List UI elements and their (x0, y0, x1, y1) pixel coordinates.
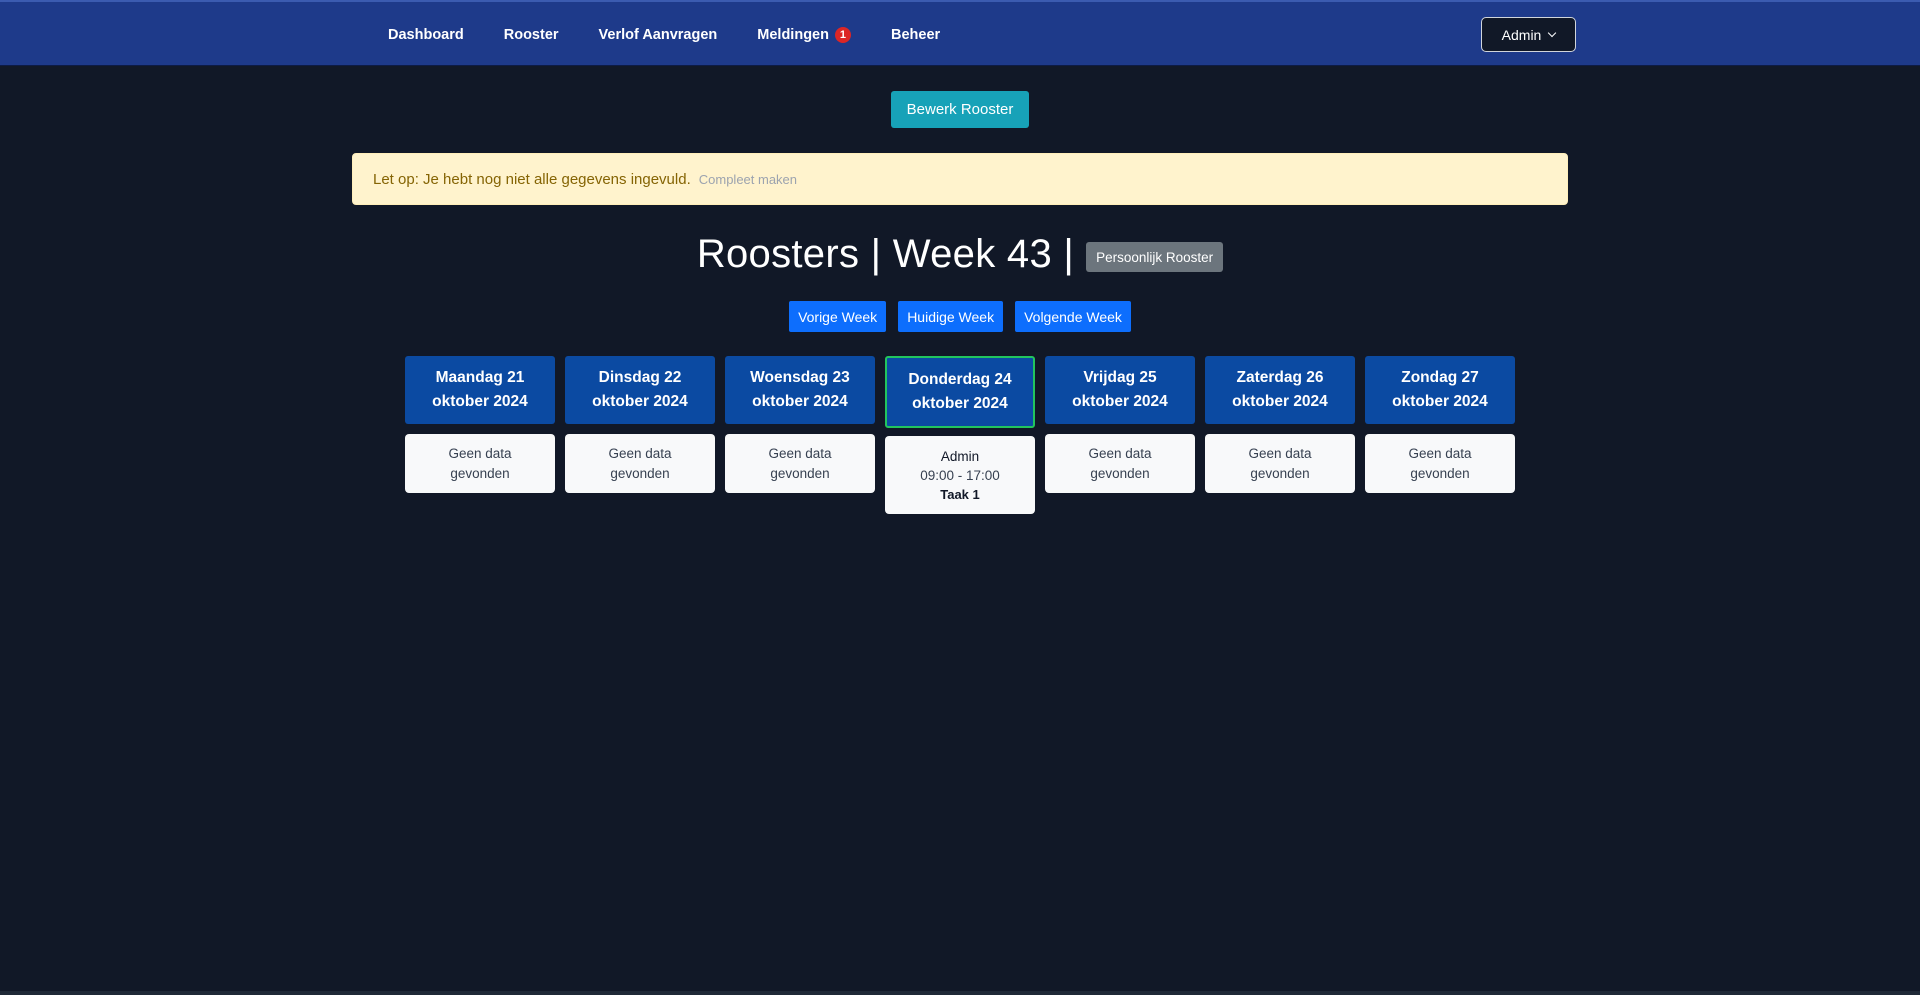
user-menu-button[interactable]: Admin (1481, 17, 1576, 52)
day-header-today: Donderdag 24 oktober 2024 (885, 356, 1035, 428)
empty-day-card: Geen data gevonden (1365, 434, 1515, 493)
empty-day-card: Geen data gevonden (405, 434, 555, 493)
empty-day-card: Geen data gevonden (725, 434, 875, 493)
nav-dashboard-label: Dashboard (388, 27, 464, 43)
day-column-friday: Vrijdag 25 oktober 2024 Geen data gevond… (1045, 356, 1195, 514)
personal-schedule-button[interactable]: Persoonlijk Rooster (1086, 242, 1224, 272)
edit-schedule-button[interactable]: Bewerk Rooster (891, 91, 1029, 128)
day-column-thursday: Donderdag 24 oktober 2024 Admin 09:00 - … (885, 356, 1035, 514)
notification-count-badge: 1 (834, 27, 851, 43)
main-nav: Dashboard Rooster Verlof Aanvragen Meldi… (388, 2, 940, 68)
nav-meldingen[interactable]: Meldingen 1 (757, 27, 851, 43)
nav-verlof-aanvragen[interactable]: Verlof Aanvragen (599, 27, 718, 43)
day-header: Zondag 27 oktober 2024 (1365, 356, 1515, 424)
incomplete-profile-alert: Let op: Je hebt nog niet alle gegevens i… (352, 153, 1568, 205)
page-title: Roosters | Week 43 | (696, 231, 1075, 276)
shift-card[interactable]: Admin 09:00 - 17:00 Taak 1 (885, 436, 1035, 514)
previous-week-button[interactable]: Vorige Week (789, 301, 887, 332)
nav-dashboard[interactable]: Dashboard (388, 27, 464, 43)
page-heading: Roosters | Week 43 | Persoonlijk Rooster (0, 226, 1920, 282)
page-bottom-divider (0, 991, 1920, 995)
current-week-button[interactable]: Huidige Week (898, 301, 1004, 332)
user-menu-label: Admin (1501, 26, 1542, 43)
nav-beheer[interactable]: Beheer (891, 27, 940, 43)
alert-text: Let op: Je hebt nog niet alle gegevens i… (373, 170, 691, 188)
week-navigation: Vorige Week Huidige Week Volgende Week (0, 301, 1920, 332)
day-header: Zaterdag 26 oktober 2024 (1205, 356, 1355, 424)
day-header: Maandag 21 oktober 2024 (405, 356, 555, 424)
shift-task: Taak 1 (940, 486, 980, 502)
empty-day-card: Geen data gevonden (1205, 434, 1355, 493)
day-column-wednesday: Woensdag 23 oktober 2024 Geen data gevon… (725, 356, 875, 514)
day-column-saturday: Zaterdag 26 oktober 2024 Geen data gevon… (1205, 356, 1355, 514)
nav-verlof-label: Verlof Aanvragen (598, 27, 718, 43)
next-week-button[interactable]: Volgende Week (1015, 301, 1131, 332)
nav-rooster[interactable]: Rooster (504, 27, 559, 43)
day-column-monday: Maandag 21 oktober 2024 Geen data gevond… (405, 356, 555, 514)
shift-employee: Admin (940, 448, 980, 464)
empty-day-card: Geen data gevonden (1045, 434, 1195, 493)
nav-beheer-label: Beheer (890, 27, 941, 43)
top-navbar: Dashboard Rooster Verlof Aanvragen Meldi… (0, 0, 1920, 66)
day-column-sunday: Zondag 27 oktober 2024 Geen data gevonde… (1365, 356, 1515, 514)
nav-meldingen-label: Meldingen (757, 27, 829, 43)
day-header: Vrijdag 25 oktober 2024 (1045, 356, 1195, 424)
day-column-tuesday: Dinsdag 22 oktober 2024 Geen data gevond… (565, 356, 715, 514)
day-header: Woensdag 23 oktober 2024 (725, 356, 875, 424)
day-header: Dinsdag 22 oktober 2024 (565, 356, 715, 424)
complete-profile-link[interactable]: Compleet maken (699, 172, 797, 187)
empty-day-card: Geen data gevonden (565, 434, 715, 493)
chevron-down-icon (1548, 28, 1557, 38)
week-schedule: Maandag 21 oktober 2024 Geen data gevond… (405, 356, 1515, 514)
nav-rooster-label: Rooster (503, 27, 559, 43)
shift-time: 09:00 - 17:00 (920, 467, 1000, 483)
